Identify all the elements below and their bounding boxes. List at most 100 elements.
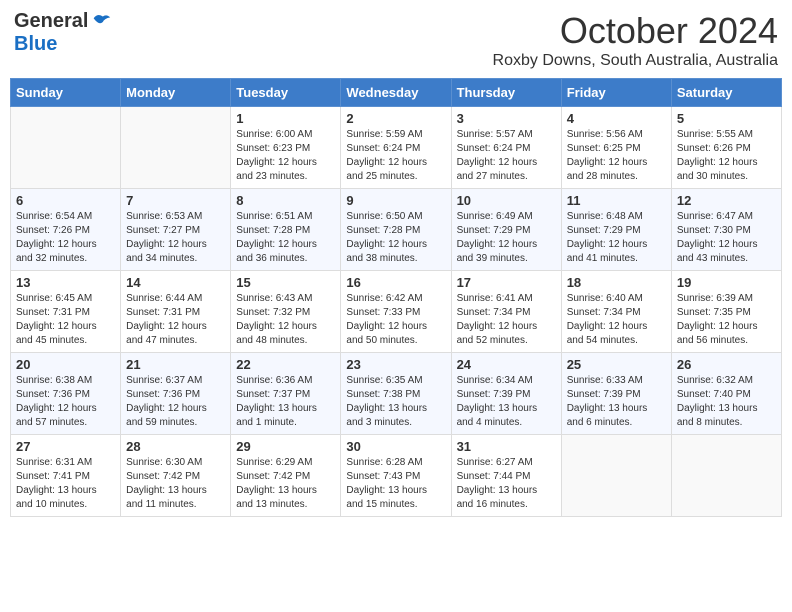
day-info: Sunrise: 6:51 AMSunset: 7:28 PMDaylight:…: [236, 210, 335, 266]
weekday-header-tuesday: Tuesday: [231, 79, 341, 107]
weekday-header-saturday: Saturday: [671, 79, 781, 107]
calendar-week-4: 20 Sunrise: 6:38 AMSunset: 7:36 PMDayligh…: [11, 353, 782, 435]
logo-text-general: General: [14, 10, 88, 33]
day-info: Sunrise: 6:38 AMSunset: 7:36 PMDaylight:…: [16, 374, 115, 430]
day-number: 30: [346, 439, 445, 454]
calendar-cell: 21Sunrise: 6:37 AMSunset: 7:36 PMDayligh…: [121, 353, 231, 435]
calendar-cell: 2Sunrise: 5:59 AMSunset: 6:24 PMDaylight…: [341, 107, 451, 189]
day-info: Sunrise: 6:40 AMSunset: 7:34 PMDaylight:…: [567, 292, 666, 348]
day-info: Sunrise: 6:53 AMSunset: 7:27 PMDaylight:…: [126, 210, 225, 266]
day-number: 14: [126, 275, 225, 290]
day-number: 15: [236, 275, 335, 290]
day-number: 31: [457, 439, 556, 454]
day-info: Sunrise: 6:48 AMSunset: 7:29 PMDaylight:…: [567, 210, 666, 266]
day-number: 22: [236, 357, 335, 372]
day-info: Sunrise: 6:36 AMSunset: 7:37 PMDaylight:…: [236, 374, 335, 430]
day-number: 29: [236, 439, 335, 454]
calendar-cell: 10Sunrise: 6:49 AMSunset: 7:29 PMDayligh…: [451, 189, 561, 271]
day-info: Sunrise: 6:35 AMSunset: 7:38 PMDaylight:…: [346, 374, 445, 430]
day-info: Sunrise: 6:27 AMSunset: 7:44 PMDaylight:…: [457, 456, 556, 512]
calendar-cell: [11, 107, 121, 189]
logo-bird-icon: [90, 11, 112, 33]
calendar-cell: 7 Sunrise: 6:53 AMSunset: 7:27 PMDaylight…: [121, 189, 231, 271]
weekday-header-sunday: Sunday: [11, 79, 121, 107]
calendar-cell: 20 Sunrise: 6:38 AMSunset: 7:36 PMDayligh…: [11, 353, 121, 435]
page-header: General Blue October 2024 Roxby Downs, S…: [10, 10, 782, 70]
day-number: 13: [16, 275, 115, 290]
calendar-cell: 4 Sunrise: 5:56 AMSunset: 6:25 PMDaylight…: [561, 107, 671, 189]
calendar-cell: 15Sunrise: 6:43 AMSunset: 7:32 PMDayligh…: [231, 271, 341, 353]
month-title: October 2024: [493, 10, 778, 52]
day-number: 24: [457, 357, 556, 372]
weekday-header-thursday: Thursday: [451, 79, 561, 107]
calendar-cell: 16 Sunrise: 6:42 AMSunset: 7:33 PMDayligh…: [341, 271, 451, 353]
calendar-cell: 31 Sunrise: 6:27 AMSunset: 7:44 PMDayligh…: [451, 435, 561, 517]
calendar-cell: 11Sunrise: 6:48 AMSunset: 7:29 PMDayligh…: [561, 189, 671, 271]
calendar-cell: 13 Sunrise: 6:45 AMSunset: 7:31 PMDayligh…: [11, 271, 121, 353]
day-number: 5: [677, 111, 776, 126]
calendar-cell: 25 Sunrise: 6:33 AMSunset: 7:39 PMDayligh…: [561, 353, 671, 435]
day-info: Sunrise: 5:57 AMSunset: 6:24 PMDaylight:…: [457, 128, 556, 184]
day-number: 20: [16, 357, 115, 372]
calendar-week-1: 1 Sunrise: 6:00 AMSunset: 6:23 PMDaylight…: [11, 107, 782, 189]
weekday-header-wednesday: Wednesday: [341, 79, 451, 107]
day-info: Sunrise: 6:33 AMSunset: 7:39 PMDaylight:…: [567, 374, 666, 430]
calendar-table: SundayMondayTuesdayWednesdayThursdayFrid…: [10, 78, 782, 517]
day-info: Sunrise: 6:49 AMSunset: 7:29 PMDaylight:…: [457, 210, 556, 266]
day-number: 7: [126, 193, 225, 208]
day-info: Sunrise: 5:56 AMSunset: 6:25 PMDaylight:…: [567, 128, 666, 184]
day-info: Sunrise: 6:37 AMSunset: 7:36 PMDaylight:…: [126, 374, 225, 430]
location-subtitle: Roxby Downs, South Australia, Australia: [493, 52, 778, 70]
calendar-cell: 18 Sunrise: 6:40 AMSunset: 7:34 PMDayligh…: [561, 271, 671, 353]
day-number: 16: [346, 275, 445, 290]
day-info: Sunrise: 6:00 AMSunset: 6:23 PMDaylight:…: [236, 128, 335, 184]
day-number: 4: [567, 111, 666, 126]
day-number: 3: [457, 111, 556, 126]
title-block: October 2024 Roxby Downs, South Australi…: [493, 10, 778, 70]
calendar-cell: 3 Sunrise: 5:57 AMSunset: 6:24 PMDaylight…: [451, 107, 561, 189]
day-number: 1: [236, 111, 335, 126]
logo-text-blue: Blue: [14, 33, 57, 55]
day-info: Sunrise: 6:32 AMSunset: 7:40 PMDaylight:…: [677, 374, 776, 430]
day-number: 18: [567, 275, 666, 290]
calendar-cell: [121, 107, 231, 189]
weekday-header-friday: Friday: [561, 79, 671, 107]
day-info: Sunrise: 6:30 AMSunset: 7:42 PMDaylight:…: [126, 456, 225, 512]
calendar-cell: 19 Sunrise: 6:39 AMSunset: 7:35 PMDayligh…: [671, 271, 781, 353]
calendar-cell: 26Sunrise: 6:32 AMSunset: 7:40 PMDayligh…: [671, 353, 781, 435]
day-number: 25: [567, 357, 666, 372]
day-info: Sunrise: 6:50 AMSunset: 7:28 PMDaylight:…: [346, 210, 445, 266]
calendar-cell: [671, 435, 781, 517]
day-info: Sunrise: 6:31 AMSunset: 7:41 PMDaylight:…: [16, 456, 115, 512]
calendar-cell: 9 Sunrise: 6:50 AMSunset: 7:28 PMDaylight…: [341, 189, 451, 271]
day-info: Sunrise: 6:42 AMSunset: 7:33 PMDaylight:…: [346, 292, 445, 348]
calendar-cell: 29Sunrise: 6:29 AMSunset: 7:42 PMDayligh…: [231, 435, 341, 517]
calendar-cell: 23 Sunrise: 6:35 AMSunset: 7:38 PMDayligh…: [341, 353, 451, 435]
calendar-week-2: 6Sunrise: 6:54 AMSunset: 7:26 PMDaylight…: [11, 189, 782, 271]
day-number: 9: [346, 193, 445, 208]
calendar-cell: [561, 435, 671, 517]
calendar-cell: 1 Sunrise: 6:00 AMSunset: 6:23 PMDaylight…: [231, 107, 341, 189]
calendar-cell: 28 Sunrise: 6:30 AMSunset: 7:42 PMDayligh…: [121, 435, 231, 517]
day-info: Sunrise: 5:55 AMSunset: 6:26 PMDaylight:…: [677, 128, 776, 184]
day-number: 23: [346, 357, 445, 372]
calendar-cell: 22 Sunrise: 6:36 AMSunset: 7:37 PMDayligh…: [231, 353, 341, 435]
calendar-cell: 6Sunrise: 6:54 AMSunset: 7:26 PMDaylight…: [11, 189, 121, 271]
day-info: Sunrise: 6:41 AMSunset: 7:34 PMDaylight:…: [457, 292, 556, 348]
day-number: 19: [677, 275, 776, 290]
day-number: 28: [126, 439, 225, 454]
day-info: Sunrise: 5:59 AMSunset: 6:24 PMDaylight:…: [346, 128, 445, 184]
day-number: 27: [16, 439, 115, 454]
day-info: Sunrise: 6:44 AMSunset: 7:31 PMDaylight:…: [126, 292, 225, 348]
calendar-cell: 30Sunrise: 6:28 AMSunset: 7:43 PMDayligh…: [341, 435, 451, 517]
day-info: Sunrise: 6:45 AMSunset: 7:31 PMDaylight:…: [16, 292, 115, 348]
calendar-cell: 8Sunrise: 6:51 AMSunset: 7:28 PMDaylight…: [231, 189, 341, 271]
calendar-cell: 17Sunrise: 6:41 AMSunset: 7:34 PMDayligh…: [451, 271, 561, 353]
day-number: 12: [677, 193, 776, 208]
calendar-week-3: 13 Sunrise: 6:45 AMSunset: 7:31 PMDayligh…: [11, 271, 782, 353]
calendar-header-row: SundayMondayTuesdayWednesdayThursdayFrid…: [11, 79, 782, 107]
day-info: Sunrise: 6:39 AMSunset: 7:35 PMDaylight:…: [677, 292, 776, 348]
weekday-header-monday: Monday: [121, 79, 231, 107]
day-info: Sunrise: 6:47 AMSunset: 7:30 PMDaylight:…: [677, 210, 776, 266]
calendar-week-5: 27 Sunrise: 6:31 AMSunset: 7:41 PMDayligh…: [11, 435, 782, 517]
